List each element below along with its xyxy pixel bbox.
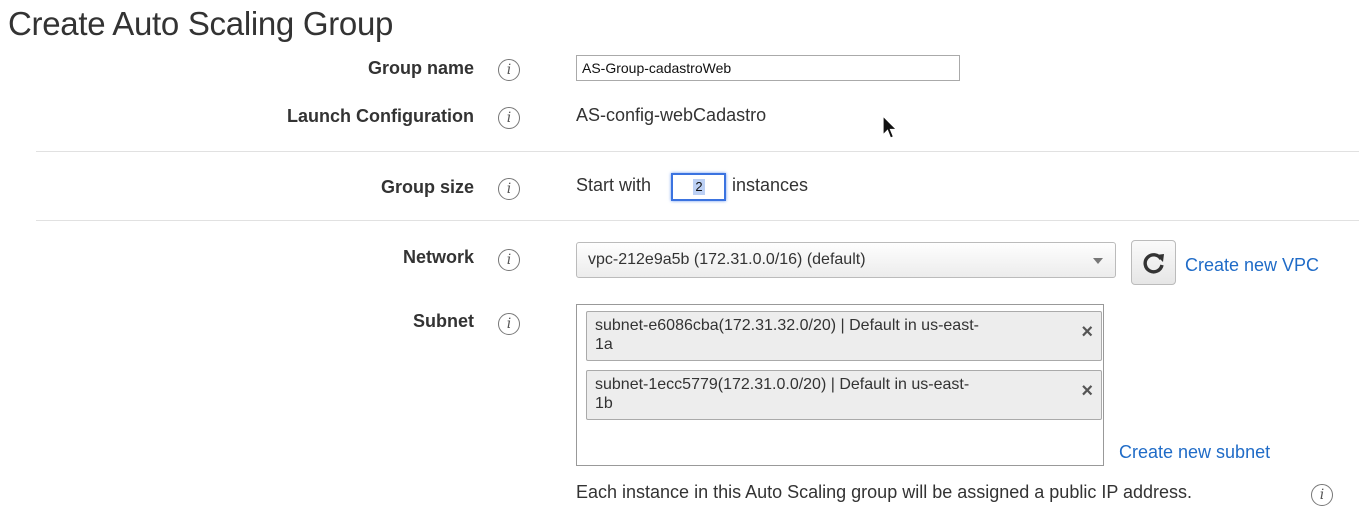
launch-configuration-label: Launch Configuration: [287, 106, 474, 126]
network-select-value: vpc-212e9a5b (172.31.0.0/16) (default): [588, 251, 866, 268]
group-name-label: Group name: [367, 58, 474, 78]
group-name-input[interactable]: [576, 55, 960, 81]
close-icon[interactable]: ×: [1081, 322, 1093, 342]
info-icon[interactable]: i: [1311, 484, 1333, 506]
subnet-chip-line1: subnet-e6086cba(172.31.32.0/20) | Defaul…: [595, 317, 979, 334]
subnet-chip: subnet-1ecc5779(172.31.0.0/20) | Default…: [586, 370, 1102, 420]
subnet-chip-line2: 1a: [595, 336, 613, 353]
public-ip-note: Each instance in this Auto Scaling group…: [576, 482, 1193, 502]
group-size-label: Group size: [380, 177, 474, 197]
group-size-input[interactable]: [671, 173, 726, 201]
chevron-down-icon: [1093, 258, 1103, 264]
info-icon[interactable]: i: [498, 313, 520, 335]
subnet-multiselect[interactable]: subnet-e6086cba(172.31.32.0/20) | Defaul…: [576, 304, 1104, 466]
subnet-chip-line2: 1b: [595, 395, 613, 412]
launch-configuration-value: AS-config-webCadastro: [576, 105, 767, 125]
info-icon[interactable]: i: [498, 59, 520, 81]
subnet-chip-line1: subnet-1ecc5779(172.31.0.0/20) | Default…: [595, 376, 970, 393]
subnet-label: Subnet: [413, 311, 474, 331]
info-icon[interactable]: i: [498, 107, 520, 129]
create-new-vpc-link[interactable]: Create new VPC: [1185, 255, 1319, 276]
refresh-button[interactable]: [1131, 240, 1176, 285]
info-icon[interactable]: i: [498, 249, 520, 271]
network-label: Network: [402, 247, 474, 267]
refresh-icon: [1143, 252, 1164, 273]
section-divider: [36, 220, 1359, 221]
page-title: Create Auto Scaling Group: [8, 5, 394, 42]
mouse-cursor-icon: [882, 115, 898, 139]
subnet-chip: subnet-e6086cba(172.31.32.0/20) | Defaul…: [586, 311, 1102, 361]
group-size-suffix: instances: [732, 175, 809, 195]
close-icon[interactable]: ×: [1081, 381, 1093, 401]
info-icon[interactable]: i: [498, 178, 520, 200]
section-divider: [36, 151, 1359, 152]
create-new-subnet-link[interactable]: Create new subnet: [1119, 442, 1270, 463]
group-size-prefix: Start with: [576, 175, 652, 195]
network-select[interactable]: vpc-212e9a5b (172.31.0.0/16) (default): [576, 242, 1116, 278]
